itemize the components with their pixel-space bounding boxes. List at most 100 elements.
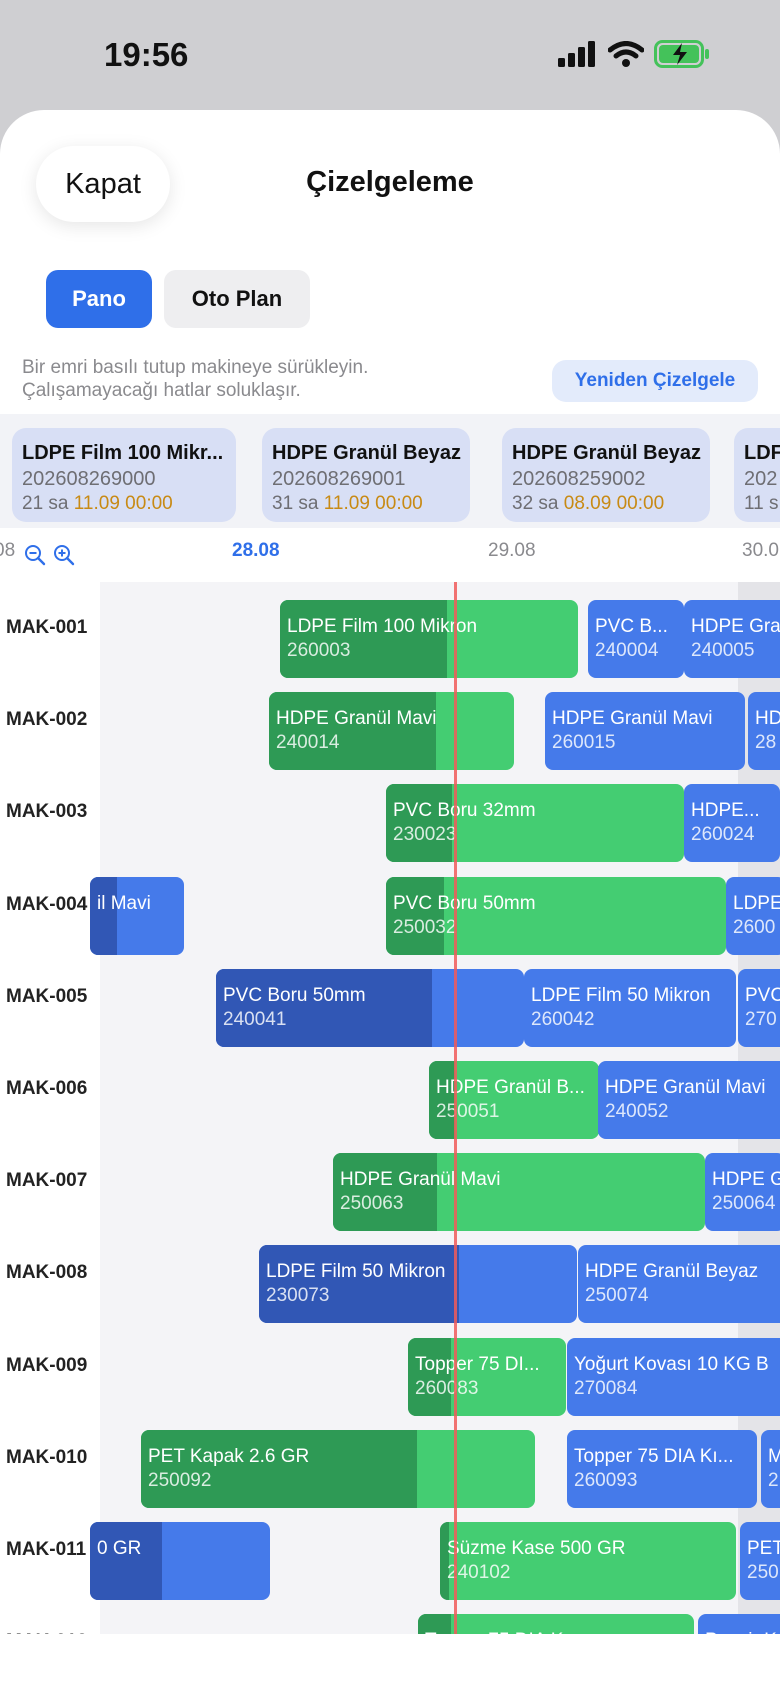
schedule-bar[interactable]: PVC 270 [738,968,780,1047]
axis-tick-today: 28.08 [232,540,280,561]
order-title: LDF [744,442,780,464]
drag-hint-line-1: Bir emri basılı tutup makineye sürükleyi… [22,357,369,378]
bar-order-code: 2 [768,1469,779,1491]
status-bar: 19:56 [0,0,780,108]
bar-progress [429,1061,455,1139]
order-title: LDPE Film 100 Mikr... [22,442,224,464]
bar-progress [280,600,447,678]
bar-order-code: 250051 [436,1101,500,1122]
bar-order-name: PVC Boru 32mm [393,800,536,822]
close-button[interactable]: Kapat [36,146,170,222]
schedule-bar[interactable]: Topper 75 DIA Kı... 260093 [567,1429,757,1508]
machine-label: MAK-010 [6,1446,88,1468]
machine-label: MAK-011 [6,1539,87,1560]
bar-order-code: 240005 [691,640,755,661]
bar-order-name: HDPE Gra [691,616,780,637]
machine-label: MAK-007 [6,1170,88,1192]
bar-order-code: 260024 [691,824,755,846]
schedule-bar[interactable]: PVC Boru 50mm 250032 [386,876,726,955]
order-due-date: 11.09 00:00 [73,493,173,514]
bar-order-code: 270 [745,1008,777,1030]
time-axis [0,528,780,584]
bar-order-name: PVC Boru 50mm [223,984,366,1006]
machine-label: MAK-001 [6,617,88,638]
schedule-bar[interactable]: HDPE Granül Beyaz 250074 [578,1245,780,1324]
machine-label: MAK-009 [6,1354,88,1376]
machine-label: MAK-006 [6,1078,88,1099]
schedule-bar[interactable]: LDPE Film 50 Mikron 260042 [524,968,736,1047]
bar-progress [259,1245,460,1324]
schedule-bar[interactable]: HDPE... 260024 [684,784,780,863]
bar-order-name: PET Kapak 2.6 GR [148,1445,310,1467]
bar-order-name: HDPE Granül Mavi [552,708,713,730]
bar-order-code: 260093 [574,1469,638,1491]
zoom-out-icon[interactable] [24,544,46,566]
schedule-bar[interactable]: HDPE Granül Mavi 250063 [333,1153,705,1232]
schedule-bar[interactable]: Topper 75 DI... 260083 [408,1337,566,1416]
schedule-bar[interactable]: LDPE Film 100 Mikron 260003 [280,600,578,678]
order-title: HDPE Granül Beyaz [512,442,701,464]
queue-order-card[interactable]: LDPE Film 100 Mikr... 202608269000 21 sa 1… [12,428,236,522]
zoom-in-icon[interactable] [53,544,75,566]
sheet-bottom [0,1634,780,1696]
order-duration: 21 sa 11.09 00:00 [22,493,173,515]
order-code: 202 [744,468,778,490]
schedule-bar[interactable]: PVC B... 240004 [588,600,684,678]
status-icons [558,40,710,68]
bar-order-code: 260015 [552,732,616,754]
schedule-bar[interactable]: LDPE 2600 [726,876,780,955]
tab-pano[interactable]: Pano [46,270,152,328]
schedule-bar[interactable]: HDPE G 250064 [705,1153,780,1232]
schedule-bar[interactable]: il Mavi [90,876,184,955]
queue-order-card[interactable]: LDF 202 11 s [734,428,780,522]
bar-order-code: 240041 [223,1008,287,1030]
order-due-date: 11.09 00:00 [323,493,423,514]
schedule-bar[interactable]: HDPE Granül Mavi 240052 [598,1061,780,1139]
schedule-bar[interactable]: Süzme Kase 500 GR 240102 [440,1522,736,1600]
bar-order-name: PET [747,1538,780,1559]
bar-progress [386,784,452,863]
bar-order-code: 230023 [393,824,457,846]
schedule-bar[interactable]: Yoğurt Kovası 10 KG B 270084 [567,1337,780,1416]
bar-order-name: HDPE Granül Mavi [340,1169,501,1191]
bar-order-name: HDPE Granül Mavi [276,708,437,730]
axis-tick: 29.08 [488,540,536,561]
schedule-bar[interactable]: LDPE Film 50 Mikron 230073 [259,1245,577,1324]
machine-label: MAK-004 [6,893,88,915]
schedule-bar[interactable]: 0 GR [90,1522,270,1600]
bar-progress [90,1522,162,1600]
bar-order-code: 260083 [415,1377,479,1399]
bar-order-name: HDPE... [691,800,760,822]
schedule-bar[interactable]: PET 250 [740,1522,780,1600]
queue-order-card[interactable]: HDPE Granül Beyaz 202608269001 31 sa 11.09… [262,428,470,522]
schedule-bar[interactable]: HDPE Granül Mavi 260015 [545,692,745,771]
bar-order-name: LDPE Film 50 Mikron [266,1261,446,1283]
order-duration: 32 sa 08.09 00:00 [512,493,664,515]
bar-order-code: 240052 [605,1101,669,1122]
bar-progress [90,876,118,955]
bar-progress [216,968,432,1047]
schedule-bar[interactable]: PVC Boru 32mm 230023 [386,784,684,863]
schedule-bar[interactable]: HDPE Gra 240005 [684,600,780,678]
schedule-bar[interactable]: PVC Boru 50mm 240041 [216,968,524,1047]
scheduling-sheet: Kapat Çizelgeleme Pano Oto Plan Bir emri… [0,110,780,1696]
bar-order-name: PVC [745,984,780,1006]
bar-order-code: 260003 [287,640,351,661]
bar-progress [440,1522,449,1600]
bar-order-code: 250032 [393,916,457,938]
bar-order-code: 250092 [148,1469,212,1491]
queue-order-card[interactable]: HDPE Granül Beyaz 202608259002 32 sa 08.09… [502,428,710,522]
bar-order-code: 240014 [276,732,340,754]
schedule-bar[interactable]: HD 28 [748,692,780,771]
bar-progress [408,1337,451,1416]
schedule-bar[interactable]: HDPE Granül Mavi 240014 [269,692,514,771]
tab-oto-plan[interactable]: Oto Plan [164,270,310,328]
reschedule-button[interactable]: Yeniden Çizelgele [552,360,758,402]
order-code: 202608269000 [22,468,156,490]
bar-order-name: HD [755,708,780,730]
schedule-bar[interactable]: PET Kapak 2.6 GR 250092 [141,1429,535,1508]
bar-order-code: 230073 [266,1285,330,1307]
axis-tick: 08 [0,540,16,561]
schedule-bar[interactable]: M2 [761,1429,780,1508]
bar-order-code: 250064 [712,1193,776,1215]
